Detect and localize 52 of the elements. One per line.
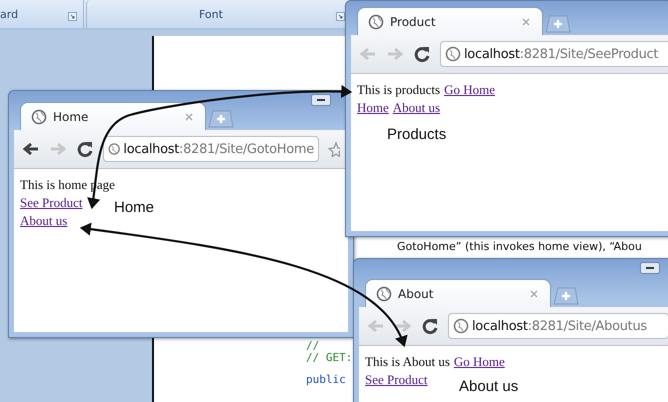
- globe-icon: [31, 108, 47, 124]
- tab-title: Product: [390, 14, 437, 28]
- browser-tab[interactable]: Product: [357, 7, 543, 35]
- new-tab-icon[interactable]: [208, 110, 234, 128]
- address-bar[interactable]: localhost:8281/Site/GotoHome: [103, 136, 319, 162]
- code-line: //: [306, 340, 320, 352]
- url-text: localhost:8281/Site/SeeProduct: [464, 46, 658, 62]
- globe-icon: [376, 286, 392, 302]
- url-text: localhost:8281/Site/GotoHome: [123, 142, 314, 156]
- page-link[interactable]: Go Home: [454, 353, 505, 371]
- globe-icon: [108, 141, 120, 157]
- close-icon[interactable]: [522, 18, 530, 26]
- address-bar[interactable]: localhost:8281/Site/SeeProduct: [440, 41, 668, 67]
- page-link[interactable]: See Product: [365, 371, 428, 389]
- minimize-icon[interactable]: [311, 94, 331, 106]
- page-link[interactable]: About us: [20, 212, 68, 230]
- page-link[interactable]: Home: [357, 99, 389, 117]
- page-text: This is products: [357, 81, 440, 99]
- page-link[interactable]: About us: [392, 99, 440, 117]
- dialog-launcher-icon[interactable]: [336, 12, 345, 21]
- annotation-label: Products: [387, 126, 446, 144]
- page-link[interactable]: Go Home: [444, 81, 495, 99]
- code-line: // GET:: [306, 352, 354, 364]
- browser-tab[interactable]: About: [365, 279, 551, 307]
- document-text: GotoHome” (this invokes home view), “Abou: [397, 240, 642, 253]
- code-line: public: [306, 374, 347, 386]
- reload-icon[interactable]: [413, 45, 431, 63]
- tab-title: Home: [53, 110, 90, 124]
- url-text: localhost:8281/Site/Aboutus: [472, 318, 647, 334]
- page-text: This is About us: [365, 353, 450, 371]
- close-icon[interactable]: [185, 112, 193, 120]
- ribbon-group-label: ard: [0, 8, 18, 21]
- minimize-icon[interactable]: [640, 262, 660, 274]
- forward-icon[interactable]: [394, 318, 412, 334]
- tab-title: About: [398, 286, 434, 300]
- browser-tab[interactable]: Home: [20, 102, 206, 130]
- ribbon-group-label: Font: [199, 8, 223, 21]
- new-tab-icon[interactable]: [553, 287, 579, 305]
- address-bar[interactable]: localhost:8281/Site/Aboutus: [448, 313, 668, 339]
- globe-icon: [368, 14, 384, 30]
- globe-icon: [445, 46, 461, 62]
- back-icon[interactable]: [22, 141, 40, 157]
- reload-icon[interactable]: [76, 140, 94, 158]
- annotation-label: Home: [114, 199, 154, 217]
- annotation-label: About us: [459, 378, 518, 396]
- page-link[interactable]: See Product: [20, 194, 82, 212]
- close-icon[interactable]: [530, 290, 538, 298]
- globe-icon: [453, 318, 469, 334]
- dialog-launcher-icon[interactable]: [68, 12, 77, 21]
- new-tab-icon[interactable]: [545, 15, 571, 33]
- star-icon[interactable]: [328, 141, 340, 157]
- reload-icon[interactable]: [421, 317, 439, 335]
